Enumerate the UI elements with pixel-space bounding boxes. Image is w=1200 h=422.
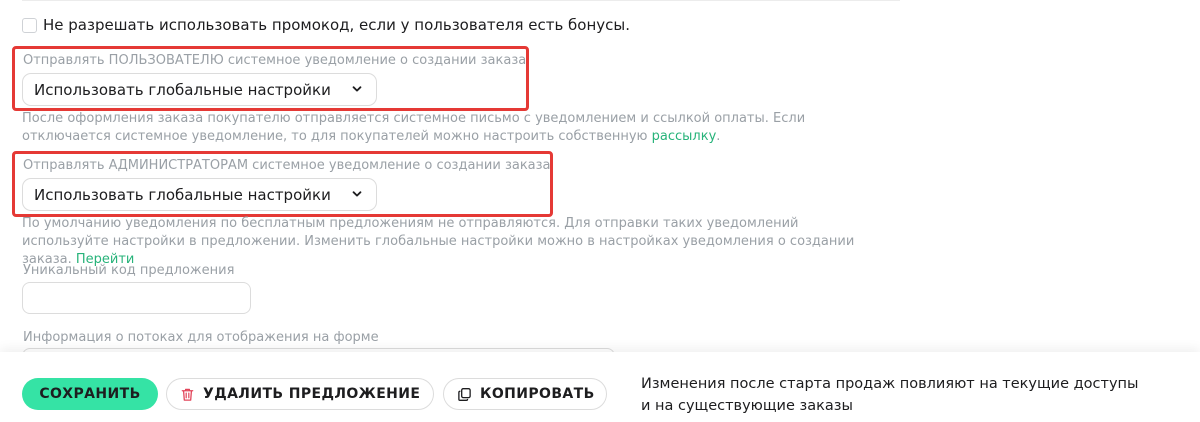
mailing-link[interactable]: рассылку bbox=[652, 129, 717, 144]
chevron-down-icon bbox=[352, 86, 362, 92]
action-footer: СОХРАНИТЬ УДАЛИТЬ ПРЕДЛОЖЕНИЕ КОПИРОВАТЬ… bbox=[0, 352, 1200, 422]
no-promocode-checkbox[interactable] bbox=[22, 17, 37, 33]
trash-icon bbox=[181, 388, 194, 401]
admin-notification-label: Отправлять АДМИНИСТРАТОРАМ системное уве… bbox=[23, 158, 551, 173]
notice-line-1: Изменения после старта продаж повлияют н… bbox=[641, 376, 1139, 392]
chevron-down-icon bbox=[352, 191, 362, 197]
notice-line-2: и на существующие заказы bbox=[641, 398, 853, 414]
user-notification-select[interactable]: Использовать глобальные настройки bbox=[22, 73, 377, 106]
offer-code-input[interactable] bbox=[22, 282, 251, 314]
delete-offer-button[interactable]: УДАЛИТЬ ПРЕДЛОЖЕНИЕ bbox=[166, 378, 434, 410]
copy-label: КОПИРОВАТЬ bbox=[480, 386, 595, 402]
top-divider bbox=[22, 0, 900, 1]
no-promocode-label: Не разрешать использовать промокод, если… bbox=[43, 16, 631, 34]
copy-icon bbox=[458, 387, 471, 401]
user-notification-help: После оформления заказа покупателю отпра… bbox=[22, 110, 882, 146]
offer-code-label: Уникальный код предложения bbox=[23, 263, 235, 278]
save-button[interactable]: СОХРАНИТЬ bbox=[22, 378, 158, 410]
no-promocode-with-bonuses-row[interactable]: Не разрешать использовать промокод, если… bbox=[22, 16, 630, 34]
streams-info-label: Информация о потоках для отображения на … bbox=[23, 330, 379, 345]
copy-button[interactable]: КОПИРОВАТЬ bbox=[443, 378, 607, 410]
sales-start-notice: Изменения после старта продаж повлияют н… bbox=[641, 373, 1161, 417]
admin-notification-select[interactable]: Использовать глобальные настройки bbox=[22, 178, 377, 211]
admin-notification-help-text: По умолчанию уведомления по бесплатным п… bbox=[22, 216, 855, 267]
user-notification-help-suffix: . bbox=[716, 129, 721, 144]
user-notification-label: Отправлять ПОЛЬЗОВАТЕЛЮ системное уведом… bbox=[23, 53, 527, 68]
delete-offer-label: УДАЛИТЬ ПРЕДЛОЖЕНИЕ bbox=[203, 386, 421, 402]
admin-notification-help: По умолчанию уведомления по бесплатным п… bbox=[22, 215, 882, 269]
admin-notification-selected-value: Использовать глобальные настройки bbox=[34, 185, 331, 204]
user-notification-selected-value: Использовать глобальные настройки bbox=[34, 80, 331, 99]
